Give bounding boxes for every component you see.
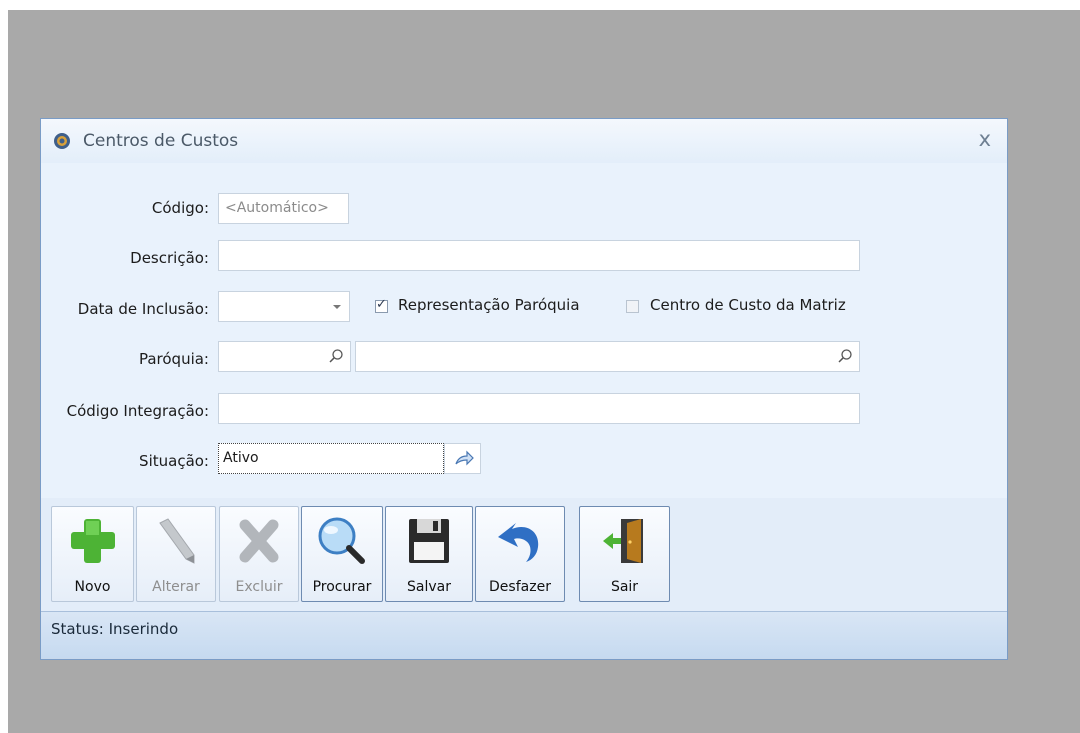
floppy-disk-icon: [409, 519, 449, 563]
codigo-field: <Automático>: [218, 193, 349, 224]
excluir-label: Excluir: [235, 579, 283, 595]
procurar-label: Procurar: [312, 579, 372, 595]
desfazer-label: Desfazer: [489, 579, 551, 595]
paroquia-label: Paróquia:: [138, 350, 209, 368]
desfazer-button[interactable]: Desfazer: [475, 506, 565, 602]
app-icon: [54, 133, 70, 149]
plus-icon: [70, 519, 115, 563]
sair-button[interactable]: Sair: [579, 506, 670, 602]
excluir-button[interactable]: Excluir: [219, 506, 299, 602]
situacao-label: Situação:: [139, 452, 209, 470]
descricao-input[interactable]: [218, 240, 860, 271]
representacao-paroquia-checkbox[interactable]: [375, 297, 388, 313]
representacao-paroquia-label: Representação Paróquia: [398, 296, 580, 314]
search-icon[interactable]: [328, 348, 344, 364]
sair-label: Sair: [610, 579, 639, 595]
paroquia-code-input[interactable]: [218, 341, 351, 372]
delete-x-icon: [239, 519, 279, 563]
descricao-label: Descrição:: [130, 249, 209, 267]
codigo-integracao-input[interactable]: [218, 393, 860, 424]
data-inclusao-dropdown[interactable]: [218, 291, 350, 322]
magnifier-icon: [318, 517, 365, 564]
paroquia-name-input[interactable]: [355, 341, 860, 372]
action-toolbar: Novo Alterar Excluir Procurar Salvar Des…: [41, 498, 1007, 613]
status-text: Status: Inserindo: [51, 620, 179, 638]
salvar-label: Salvar: [407, 579, 451, 595]
pencil-icon: [159, 518, 195, 564]
codigo-integracao-label: Código Integração:: [66, 402, 209, 420]
procurar-button[interactable]: Procurar: [301, 506, 383, 602]
situacao-field[interactable]: Ativo: [218, 443, 444, 474]
centros-de-custos-window: Centros de Custos x Código: <Automático>…: [40, 118, 1008, 660]
novo-button[interactable]: Novo: [51, 506, 134, 602]
close-icon[interactable]: x: [979, 127, 991, 151]
undo-arrow-icon: [498, 523, 539, 562]
centro-custo-matriz-label: Centro de Custo da Matriz: [650, 296, 846, 314]
search-icon[interactable]: [837, 348, 853, 364]
form-area: Código: <Automático> Descrição: Data de …: [41, 163, 1007, 498]
exit-door-icon: [602, 519, 643, 563]
salvar-button[interactable]: Salvar: [385, 506, 473, 602]
novo-label: Novo: [74, 579, 111, 595]
alterar-label: Alterar: [152, 579, 200, 595]
chevron-down-icon[interactable]: [333, 305, 341, 309]
centro-custo-matriz-checkbox[interactable]: [626, 300, 639, 313]
share-arrow-icon: [455, 450, 474, 466]
status-bar: Status: Inserindo: [41, 611, 1007, 658]
data-inclusao-label: Data de Inclusão:: [77, 300, 209, 318]
situacao-toggle-button[interactable]: [444, 443, 481, 474]
codigo-label: Código:: [151, 199, 209, 217]
window-title: Centros de Custos: [83, 131, 239, 151]
title-bar: Centros de Custos x: [41, 119, 1007, 163]
alterar-button[interactable]: Alterar: [136, 506, 216, 602]
